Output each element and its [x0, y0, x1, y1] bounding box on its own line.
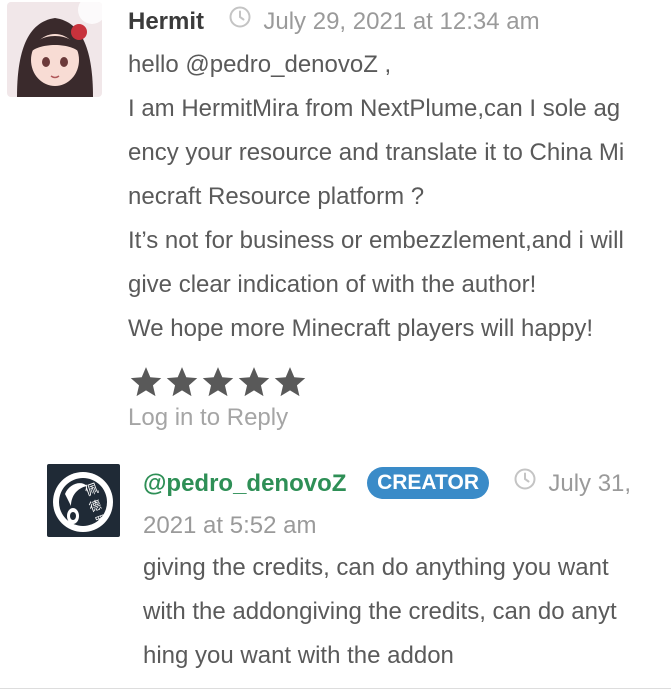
- reply-body: giving the credits, can do anything you …: [143, 546, 668, 678]
- star-icon: [202, 367, 234, 397]
- clock-icon: [514, 461, 536, 505]
- reply-meta: @pedro_denovoZ CREATOR July 31,: [143, 462, 631, 507]
- reply-comment: 佩 德 罗 @pedro_denovoZ CREATOR July 31, 20…: [0, 450, 671, 689]
- avatar[interactable]: [7, 2, 102, 97]
- star-rating: [128, 366, 308, 400]
- star-icon: [274, 367, 306, 397]
- comment: Hermit July 29, 2021 at 12:34 am hello @…: [0, 0, 671, 450]
- comment-line: necraft Resource platform ?: [128, 183, 425, 210]
- reply-line: with the addongiving the credits, can do…: [143, 598, 617, 625]
- star-icon: [238, 367, 270, 397]
- comment-line: give clear indication of with the author…: [128, 271, 537, 298]
- star-icon: [130, 367, 162, 397]
- reply-date-line2[interactable]: 2021 at 5:52 am: [143, 504, 316, 548]
- reply-line: hing you want with the addon: [143, 642, 454, 669]
- reply-date-line1[interactable]: July 31,: [548, 470, 631, 497]
- comment-line: ency your resource and translate it to C…: [128, 139, 625, 166]
- anime-girl-avatar-image: [7, 2, 102, 97]
- comment-line: hello @pedro_denovoZ ,: [128, 51, 392, 78]
- comment-line: It’s not for business or embezzlement,an…: [128, 227, 624, 254]
- avatar[interactable]: 佩 德 罗: [47, 464, 120, 537]
- comment-date[interactable]: July 29, 2021 at 12:34 am: [263, 8, 539, 35]
- clock-icon: [229, 0, 251, 43]
- reply-author[interactable]: @pedro_denovoZ: [143, 470, 346, 497]
- comment-meta: Hermit July 29, 2021 at 12:34 am: [128, 0, 540, 45]
- comment-author[interactable]: Hermit: [128, 8, 204, 35]
- comment-line: I am HermitMira from NextPlume,can I sol…: [128, 95, 621, 122]
- creator-badge: CREATOR: [367, 466, 489, 499]
- creator-avatar-image: 佩 德 罗: [47, 464, 120, 537]
- star-icon: [166, 367, 198, 397]
- comment-body: hello @pedro_denovoZ , I am HermitMira f…: [128, 43, 668, 351]
- login-to-reply-link[interactable]: Log in to Reply: [128, 403, 288, 433]
- comment-line: We hope more Minecraft players will happ…: [128, 315, 594, 342]
- reply-line: giving the credits, can do anything you …: [143, 554, 609, 581]
